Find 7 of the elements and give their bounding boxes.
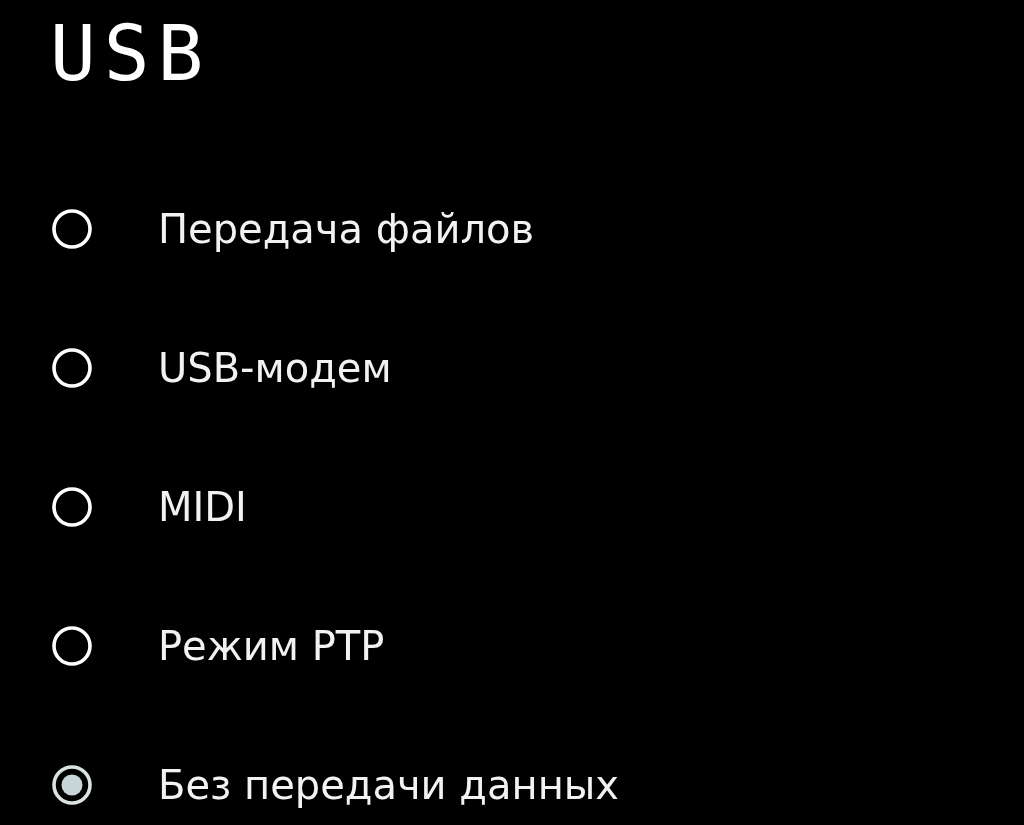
option-label[interactable]: Передача файлов <box>158 199 535 259</box>
option-label[interactable]: USB-модем <box>158 338 392 398</box>
radio-button[interactable] <box>52 765 92 805</box>
option-label[interactable]: Режим PTP <box>158 616 385 676</box>
option-label[interactable]: Без передачи данных <box>158 755 620 815</box>
screen-title: USB <box>50 14 212 94</box>
option-label[interactable]: MIDI <box>158 477 247 537</box>
